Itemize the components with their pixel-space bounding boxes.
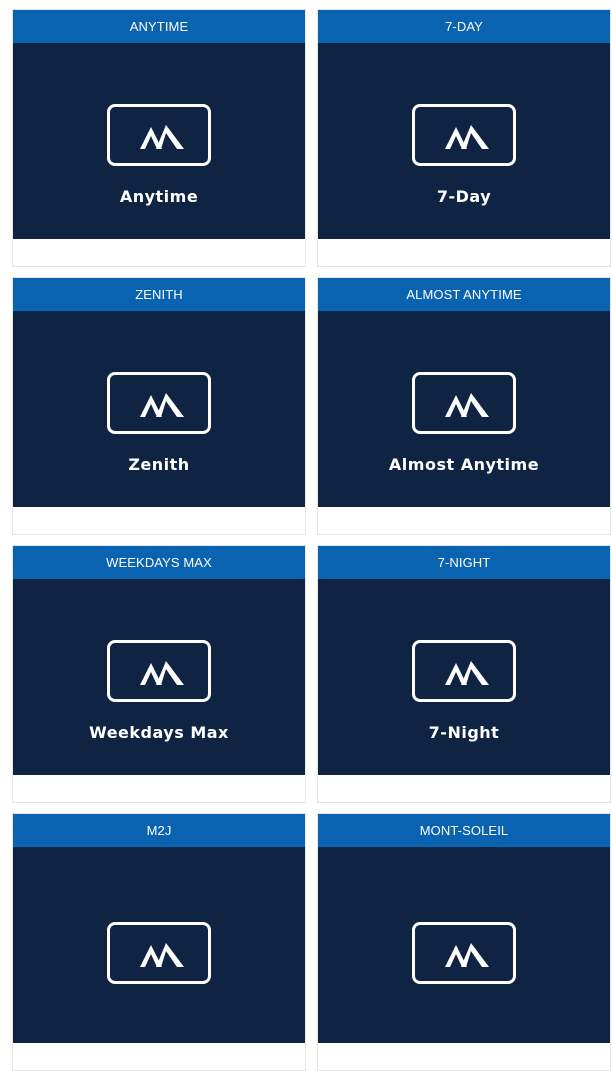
- pass-card-footer: [318, 239, 610, 266]
- pass-card-header: M2J: [13, 814, 305, 847]
- pass-card-weekdays-max[interactable]: WEEKDAYS MAX Weekdays Max: [12, 545, 306, 803]
- mountain-icon: [412, 640, 516, 702]
- pass-card-name: Zenith: [128, 455, 190, 474]
- mountain-icon: [107, 372, 211, 434]
- pass-card-image[interactable]: [13, 847, 305, 1043]
- pass-card-header: ANYTIME: [13, 10, 305, 43]
- pass-card-header: ZENITH: [13, 278, 305, 311]
- pass-card-m2j[interactable]: M2J: [12, 813, 306, 1071]
- pass-card-name: Anytime: [119, 187, 199, 206]
- pass-grid: ANYTIME Anytime 7-DAY 7-Day ZENITH Zenit…: [0, 0, 612, 1071]
- pass-card-mont-soleil[interactable]: MONT-SOLEIL: [317, 813, 611, 1071]
- pass-card-image[interactable]: Anytime: [13, 43, 305, 239]
- pass-card-almost-anytime[interactable]: ALMOST ANYTIME Almost Anytime: [317, 277, 611, 535]
- pass-card-image[interactable]: 7-Night: [318, 579, 610, 775]
- mountain-icon: [412, 372, 516, 434]
- pass-card-name: 7-Night: [428, 723, 500, 742]
- pass-card-header: 7-NIGHT: [318, 546, 610, 579]
- pass-card-7-day[interactable]: 7-DAY 7-Day: [317, 9, 611, 267]
- pass-card-name: Almost Anytime: [388, 455, 540, 474]
- pass-card-image[interactable]: 7-Day: [318, 43, 610, 239]
- pass-card-header: 7-DAY: [318, 10, 610, 43]
- pass-card-footer: [13, 507, 305, 534]
- pass-card-header: WEEKDAYS MAX: [13, 546, 305, 579]
- pass-card-zenith[interactable]: ZENITH Zenith: [12, 277, 306, 535]
- mountain-icon: [107, 640, 211, 702]
- pass-card-image[interactable]: Almost Anytime: [318, 311, 610, 507]
- pass-card-image[interactable]: Zenith: [13, 311, 305, 507]
- pass-card-name: Weekdays Max: [89, 723, 229, 742]
- pass-card-footer: [318, 507, 610, 534]
- mountain-icon: [107, 922, 211, 984]
- pass-card-footer: [13, 239, 305, 266]
- pass-card-anytime[interactable]: ANYTIME Anytime: [12, 9, 306, 267]
- mountain-icon: [412, 104, 516, 166]
- pass-card-header: MONT-SOLEIL: [318, 814, 610, 847]
- pass-card-image[interactable]: Weekdays Max: [13, 579, 305, 775]
- mountain-icon: [107, 104, 211, 166]
- pass-card-7-night[interactable]: 7-NIGHT 7-Night: [317, 545, 611, 803]
- pass-card-header: ALMOST ANYTIME: [318, 278, 610, 311]
- mountain-icon: [412, 922, 516, 984]
- pass-card-name: 7-Day: [436, 187, 492, 206]
- pass-card-image[interactable]: [318, 847, 610, 1043]
- pass-card-footer: [13, 775, 305, 802]
- pass-card-footer: [318, 775, 610, 802]
